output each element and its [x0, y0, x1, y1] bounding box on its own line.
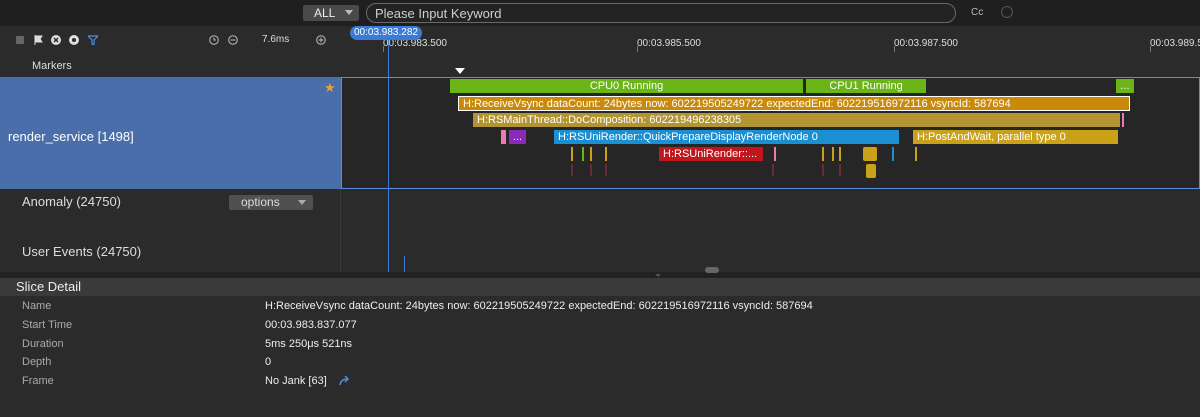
slice-mini[interactable] — [915, 147, 917, 161]
slice-mini[interactable] — [839, 147, 841, 161]
slice-mini[interactable] — [774, 147, 776, 161]
user-event-tick[interactable] — [404, 256, 405, 272]
detail-key: Name — [22, 300, 52, 312]
zoom-level: 7.6ms — [262, 34, 290, 45]
slice-detail-panel — [0, 296, 1200, 417]
slice-small-yellow[interactable] — [863, 147, 877, 161]
zoom-out-icon[interactable] — [228, 34, 238, 45]
slice-mini[interactable] — [571, 147, 573, 161]
slice-mini[interactable] — [892, 147, 894, 161]
slice-uni-render[interactable]: H:RSUniRender::... — [659, 147, 763, 161]
slice-post-and-wait[interactable]: H:PostAndWait, parallel type 0 — [913, 130, 1118, 144]
slice-purple-more[interactable]: ... — [509, 130, 526, 144]
detail-key: Start Time — [22, 319, 73, 331]
options-label: options — [241, 195, 280, 209]
filter-select[interactable]: ALL — [303, 5, 359, 21]
slice-cpu1-running[interactable]: CPU1 Running — [806, 79, 926, 93]
star-icon[interactable]: ★ — [324, 80, 336, 96]
target-icon[interactable] — [69, 34, 79, 45]
user-events-row: User Events (24750) — [0, 225, 1200, 273]
slice-detail-title: Slice Detail — [16, 279, 82, 294]
slice-receive-vsync[interactable]: H:ReceiveVsync dataCount: 24bytes now: 6… — [458, 96, 1130, 111]
process-label: render_service [1498] — [8, 129, 134, 144]
slice-mini[interactable] — [822, 147, 824, 161]
clock-icon[interactable] — [209, 34, 219, 45]
slice-mini[interactable] — [822, 164, 824, 176]
detail-key: Depth — [22, 356, 52, 368]
slice-quick-prepare[interactable]: H:RSUniRender::QuickPrepareDisplayRender… — [554, 130, 899, 144]
splitter-handle[interactable] — [705, 267, 719, 273]
collapse-arrow-icon[interactable] — [655, 274, 661, 277]
slice-mini[interactable] — [832, 147, 834, 161]
circle-cross-icon[interactable] — [51, 34, 61, 45]
slice-mini[interactable] — [605, 147, 607, 161]
filter-select-value: ALL — [314, 6, 336, 20]
slice-mini[interactable] — [582, 147, 584, 161]
slice-mini[interactable] — [590, 147, 592, 161]
detail-value: 00:03.983.837.077 — [265, 319, 357, 331]
time-ruler[interactable]: 00:03.983.500 00:03.985.500 00:03.987.50… — [341, 26, 1200, 53]
markers-label: Markers — [32, 60, 72, 72]
zoom-in-icon[interactable] — [316, 34, 326, 45]
cursor-time-badge[interactable]: 00:03.983.282 — [350, 26, 422, 40]
chevron-down-icon — [345, 10, 353, 15]
slice-mini[interactable] — [1122, 113, 1124, 127]
slice-cpu0-running[interactable]: CPU0 Running — [450, 79, 803, 93]
flag-icon[interactable] — [33, 34, 43, 45]
ruler-tick-label: 00:03.989.5 — [1150, 38, 1200, 49]
anomaly-label: Anomaly (24750) — [22, 194, 121, 209]
slice-mini[interactable] — [590, 164, 592, 176]
row-divider — [340, 225, 341, 272]
slice-do-composition[interactable]: H:RSMainThread::DoComposition: 602219496… — [473, 113, 1120, 127]
jump-link-icon[interactable] — [338, 375, 350, 387]
markers-row — [0, 52, 1200, 78]
chevron-down-icon — [298, 200, 306, 205]
search-input[interactable] — [366, 3, 956, 23]
marker-triangle-icon[interactable] — [455, 68, 465, 74]
clear-search-icon[interactable] — [1001, 6, 1013, 18]
case-sensitive-toggle[interactable]: Cc — [971, 7, 983, 18]
detail-value: 0 — [265, 356, 272, 368]
user-events-label: User Events (24750) — [22, 244, 142, 259]
track-toolbar: 7.6ms — [0, 26, 341, 52]
detail-key: Duration — [22, 338, 64, 350]
row-divider — [340, 189, 341, 225]
ruler-tick-label: 00:03.987.500 — [894, 38, 958, 49]
ruler-tick-label: 00:03.985.500 — [637, 38, 701, 49]
slice-cpu-more[interactable]: ... — [1116, 79, 1134, 93]
anomaly-row: Anomaly (24750) — [0, 189, 1200, 226]
time-cursor-line — [388, 40, 389, 272]
slice-mini[interactable] — [605, 164, 607, 176]
process-track[interactable]: CPU0 Running CPU1 Running ... H:ReceiveV… — [341, 77, 1200, 189]
slice-mini[interactable] — [839, 164, 841, 176]
anomaly-options-button[interactable]: options — [229, 195, 313, 210]
checkbox-icon[interactable] — [15, 34, 25, 44]
detail-value: H:ReceiveVsync dataCount: 24bytes now: 6… — [265, 300, 813, 312]
detail-key: Frame — [22, 375, 54, 387]
filter-icon[interactable] — [86, 34, 100, 46]
slice-mini[interactable] — [772, 164, 774, 176]
slice-detail-header — [0, 278, 1200, 296]
slice-small-yellow[interactable] — [866, 164, 876, 178]
slice-mini[interactable] — [571, 164, 573, 176]
detail-value: 5ms 250μs 521ns — [265, 338, 353, 350]
slice-pink-small[interactable] — [501, 130, 506, 144]
frame-jank-value: No Jank [63] — [265, 375, 327, 387]
